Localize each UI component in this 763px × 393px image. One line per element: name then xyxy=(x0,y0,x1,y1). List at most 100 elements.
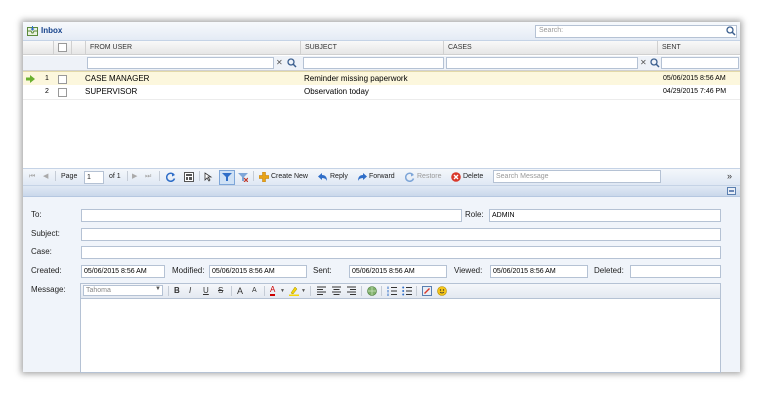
modified-field[interactable]: 05/06/2015 8:56 AM xyxy=(209,265,307,278)
subject-cell: Reminder missing paperwork xyxy=(304,74,408,83)
font-family-select[interactable]: Tahoma xyxy=(83,285,163,296)
to-label: To: xyxy=(31,210,42,219)
role-field[interactable]: ADMIN xyxy=(489,209,721,222)
subject-label: Subject: xyxy=(31,229,60,238)
from-user-cell: CASE MANAGER xyxy=(85,74,150,83)
delete-icon[interactable] xyxy=(451,172,461,182)
highlight-icon[interactable] xyxy=(289,286,299,296)
emoticon-icon[interactable] xyxy=(437,286,447,296)
page-label: Page xyxy=(61,173,78,180)
row-number: 1 xyxy=(45,75,49,82)
viewed-field[interactable]: 05/06/2015 8:56 AM xyxy=(490,265,588,278)
page-number-input[interactable]: 1 xyxy=(84,171,104,184)
title-bar: Inbox Search: xyxy=(23,22,740,41)
to-field[interactable] xyxy=(81,209,462,222)
selected-arrow-icon xyxy=(26,75,35,83)
row-checkbox[interactable] xyxy=(58,75,67,84)
select-all-checkbox[interactable] xyxy=(58,43,67,52)
inbox-icon xyxy=(27,26,38,36)
refresh-icon[interactable] xyxy=(166,172,176,182)
underline-button[interactable]: U xyxy=(203,286,209,296)
table-row[interactable]: 2 SUPERVISOR Observation today 04/29/201… xyxy=(23,85,740,100)
delete-button[interactable]: Delete xyxy=(463,172,483,182)
deleted-field[interactable] xyxy=(630,265,721,278)
message-search-input[interactable]: Search Message xyxy=(493,170,661,183)
case-label: Case: xyxy=(31,247,52,256)
message-body-editor[interactable] xyxy=(80,299,721,373)
search-icon[interactable] xyxy=(287,58,297,68)
grid-view-icon[interactable] xyxy=(184,172,194,182)
column-cases[interactable]: CASES xyxy=(444,41,658,55)
align-right-icon[interactable] xyxy=(347,286,356,295)
source-edit-icon[interactable] xyxy=(422,286,432,296)
next-page-icon[interactable]: ▶ xyxy=(132,172,137,182)
font-family-value: Tahoma xyxy=(86,287,111,294)
filter-icon xyxy=(222,173,232,181)
row-checkbox[interactable] xyxy=(58,88,67,97)
window-title: Inbox xyxy=(41,26,63,35)
clear-filter-icon[interactable] xyxy=(238,172,248,182)
italic-button[interactable]: I xyxy=(189,286,191,296)
viewed-label: Viewed: xyxy=(454,266,483,275)
inbox-search-input[interactable]: Search: xyxy=(535,25,737,38)
inbox-window: Inbox Search: FROM USER SUBJECT CASES SE… xyxy=(23,22,740,373)
row-number-header xyxy=(23,41,54,55)
reply-button[interactable]: Reply xyxy=(330,172,348,182)
reply-icon[interactable] xyxy=(318,172,328,182)
subject-filter-input[interactable] xyxy=(303,57,444,69)
case-field[interactable] xyxy=(81,246,721,259)
align-center-icon[interactable] xyxy=(332,286,341,295)
clear-filter-icon[interactable]: ✕ xyxy=(640,58,647,67)
prev-page-icon[interactable]: ◀ xyxy=(43,172,48,182)
chevron-down-icon[interactable]: ▼ xyxy=(280,288,285,294)
search-placeholder: Search: xyxy=(539,27,564,34)
from-user-filter-input[interactable] xyxy=(87,57,274,69)
pointer-tool-icon[interactable] xyxy=(204,172,214,182)
search-icon[interactable] xyxy=(726,26,736,36)
forward-button[interactable]: Forward xyxy=(369,172,395,182)
page-count: of 1 xyxy=(109,173,121,180)
grow-font-button[interactable]: A xyxy=(237,286,243,296)
first-page-icon[interactable]: ⏮ xyxy=(29,172,35,182)
sent-label: Sent: xyxy=(313,266,332,275)
created-field[interactable]: 05/06/2015 8:56 AM xyxy=(81,265,165,278)
collapse-icon[interactable] xyxy=(727,187,736,195)
font-color-button[interactable]: A xyxy=(270,286,276,296)
subject-field[interactable] xyxy=(81,228,721,241)
message-label: Message: xyxy=(31,285,66,294)
sent-field[interactable]: 05/06/2015 8:56 AM xyxy=(349,265,447,278)
more-icon[interactable]: » xyxy=(727,171,732,181)
role-label: Role: xyxy=(465,210,484,219)
strikethrough-button[interactable]: S xyxy=(218,286,223,296)
created-label: Created: xyxy=(31,266,62,275)
column-subject[interactable]: SUBJECT xyxy=(301,41,444,55)
clear-filter-icon[interactable]: ✕ xyxy=(276,58,283,67)
panel-splitter[interactable] xyxy=(23,186,740,197)
shrink-font-button[interactable]: A xyxy=(252,286,257,296)
filter-row: ✕ ✕ xyxy=(23,56,740,71)
add-icon[interactable] xyxy=(259,172,269,182)
align-left-icon[interactable] xyxy=(317,286,326,295)
sent-filter-input[interactable] xyxy=(661,57,739,69)
forward-icon[interactable] xyxy=(357,172,367,182)
search-icon[interactable] xyxy=(650,58,660,68)
from-user-cell: SUPERVISOR xyxy=(85,87,138,96)
restore-button[interactable]: Restore xyxy=(417,172,442,182)
last-page-icon[interactable]: ⏭ xyxy=(145,172,151,182)
row-number: 2 xyxy=(45,88,49,95)
chevron-down-icon[interactable]: ▼ xyxy=(155,286,161,292)
filter-toggle-button[interactable] xyxy=(219,170,235,185)
numbered-list-icon[interactable] xyxy=(387,286,397,296)
cases-filter-input[interactable] xyxy=(446,57,638,69)
bullet-list-icon[interactable] xyxy=(402,286,412,296)
bold-button[interactable]: B xyxy=(174,286,180,296)
paging-toolbar: ⏮ ◀ Page 1 of 1 ▶ ⏭ Create New Reply For… xyxy=(23,168,740,186)
column-from-user[interactable]: FROM USER xyxy=(86,41,301,55)
create-new-button[interactable]: Create New xyxy=(271,172,308,182)
restore-icon[interactable] xyxy=(405,172,415,182)
column-sent[interactable]: SENT xyxy=(658,41,740,55)
select-all-header xyxy=(54,41,72,55)
subject-cell: Observation today xyxy=(304,87,369,96)
chevron-down-icon[interactable]: ▼ xyxy=(301,288,306,294)
insert-link-icon[interactable] xyxy=(367,286,377,296)
